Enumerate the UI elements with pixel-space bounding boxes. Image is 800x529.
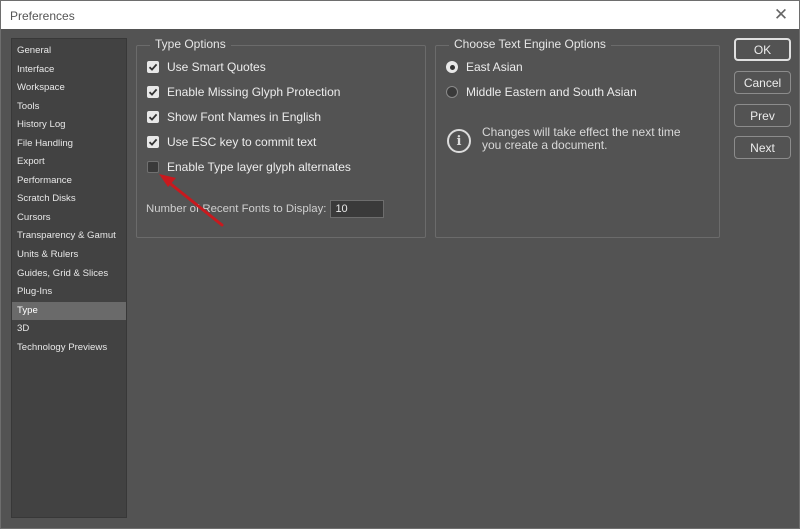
recent-fonts-input[interactable]: 10 xyxy=(330,200,385,218)
esc-commit-option[interactable]: Use ESC key to commit text xyxy=(147,135,316,149)
glyph-alternates-label: Enable Type layer glyph alternates xyxy=(167,160,351,174)
sidebar-item-type[interactable]: Type xyxy=(12,301,126,321)
smart-quotes-label: Use Smart Quotes xyxy=(167,60,266,74)
middle-eastern-radio[interactable] xyxy=(446,86,458,98)
east-asian-label: East Asian xyxy=(466,60,523,74)
sidebar-item-file-handling[interactable]: File Handling xyxy=(12,135,126,154)
sidebar-item-transparency-gamut[interactable]: Transparency & Gamut xyxy=(12,227,126,246)
checkmark-icon xyxy=(148,63,158,71)
east-asian-option[interactable]: East Asian xyxy=(446,60,523,74)
sidebar-item-history-log[interactable]: History Log xyxy=(12,116,126,135)
checkmark-icon xyxy=(148,88,158,96)
glyph-alternates-checkbox[interactable] xyxy=(147,161,159,173)
smart-quotes-checkbox[interactable] xyxy=(147,61,159,73)
sidebar-item-units-rulers[interactable]: Units & Rulers xyxy=(12,246,126,265)
sidebar-item-plug-ins[interactable]: Plug-Ins xyxy=(12,283,126,302)
sidebar-item-performance[interactable]: Performance xyxy=(12,172,126,191)
font-names-english-option[interactable]: Show Font Names in English xyxy=(147,110,321,124)
missing-glyph-option[interactable]: Enable Missing Glyph Protection xyxy=(147,85,340,99)
sidebar-item-general[interactable]: General xyxy=(12,42,126,61)
checkmark-icon xyxy=(148,113,158,121)
type-options-group: Type Options Use Smart Quotes Enable Mis… xyxy=(136,37,426,238)
sidebar-item-cursors[interactable]: Cursors xyxy=(12,209,126,228)
close-icon[interactable]: ✕ xyxy=(771,5,791,25)
sidebar-item-scratch-disks[interactable]: Scratch Disks xyxy=(12,190,126,209)
east-asian-radio[interactable] xyxy=(446,61,458,73)
sidebar-item-3d[interactable]: 3D xyxy=(12,320,126,339)
esc-commit-label: Use ESC key to commit text xyxy=(167,135,317,149)
text-engine-title: Choose Text Engine Options xyxy=(449,37,611,51)
sidebar-item-guides-grid-slices[interactable]: Guides, Grid & Slices xyxy=(12,265,126,284)
sidebar: General Interface Workspace Tools Histor… xyxy=(11,38,127,518)
text-engine-group: Choose Text Engine Options East Asian Mi… xyxy=(435,37,720,238)
prev-button[interactable]: Prev xyxy=(734,104,791,127)
esc-commit-checkbox[interactable] xyxy=(147,136,159,148)
middle-eastern-label: Middle Eastern and South Asian xyxy=(466,85,637,99)
missing-glyph-label: Enable Missing Glyph Protection xyxy=(167,85,341,99)
sidebar-item-tools[interactable]: Tools xyxy=(12,98,126,117)
missing-glyph-checkbox[interactable] xyxy=(147,86,159,98)
checkmark-icon xyxy=(148,138,158,146)
sidebar-item-export[interactable]: Export xyxy=(12,153,126,172)
sidebar-item-technology-previews[interactable]: Technology Previews xyxy=(12,339,126,358)
glyph-alternates-option[interactable]: Enable Type layer glyph alternates xyxy=(147,160,351,174)
ok-button[interactable]: OK xyxy=(734,38,791,61)
font-names-english-label: Show Font Names in English xyxy=(167,110,322,124)
recent-fonts-label: Number of Recent Fonts to Display: xyxy=(146,203,327,215)
preferences-dialog: General Interface Workspace Tools Histor… xyxy=(0,29,800,529)
recent-fonts-row: Number of Recent Fonts to Display: 10 xyxy=(146,200,385,218)
sidebar-item-workspace[interactable]: Workspace xyxy=(12,79,126,98)
window-title: Preferences xyxy=(10,9,75,23)
sidebar-item-interface[interactable]: Interface xyxy=(12,61,126,80)
title-bar: Preferences ✕ xyxy=(0,0,800,29)
font-names-english-checkbox[interactable] xyxy=(147,111,159,123)
cancel-button[interactable]: Cancel xyxy=(734,71,791,94)
next-button[interactable]: Next xyxy=(734,136,791,159)
info-message: Changes will take effect the next time y… xyxy=(482,126,681,152)
type-options-title: Type Options xyxy=(150,37,231,51)
info-line-2: you create a document. xyxy=(482,138,608,152)
smart-quotes-option[interactable]: Use Smart Quotes xyxy=(147,60,266,74)
middle-eastern-option[interactable]: Middle Eastern and South Asian xyxy=(446,85,637,99)
info-icon: i xyxy=(447,129,471,153)
